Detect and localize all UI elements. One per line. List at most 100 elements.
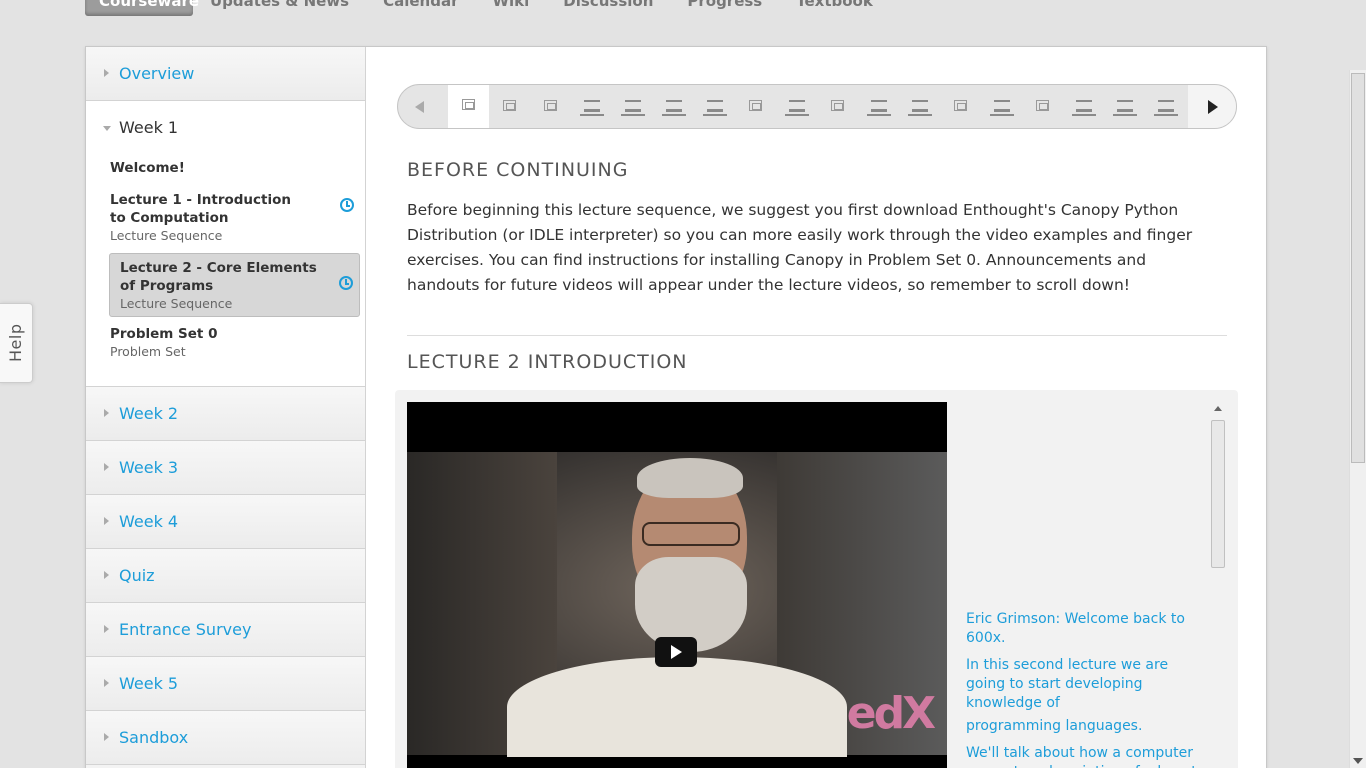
section-type: Lecture Sequence <box>120 296 233 311</box>
transcript-line[interactable]: In this second lecture we are going to s… <box>966 656 1211 713</box>
sequence-item-list[interactable] <box>571 85 612 128</box>
sidebar-chapter-week-2[interactable]: Week 2 <box>86 387 365 441</box>
chevron-right-icon <box>104 463 109 471</box>
section-lecture-2[interactable]: Lecture 2 - Core Elements of Programs Le… <box>109 253 360 317</box>
sequence-item-list[interactable] <box>1063 85 1104 128</box>
sidebar-chapter-quiz[interactable]: Quiz <box>86 549 365 603</box>
help-tab[interactable]: Help <box>0 303 33 383</box>
tab-calendar[interactable]: Calendar <box>366 0 475 16</box>
sequence-item-list[interactable] <box>1145 85 1186 128</box>
sequence-prev-button[interactable] <box>398 85 446 128</box>
sequence-items <box>448 85 1186 128</box>
chevron-right-icon <box>104 625 109 633</box>
chevron-right-icon <box>104 571 109 579</box>
sidebar-chapter-week-3[interactable]: Week 3 <box>86 441 365 495</box>
list-icon <box>580 98 604 116</box>
transcript-scrollbar[interactable] <box>1211 404 1227 768</box>
chapter-title: Week 5 <box>119 674 179 693</box>
list-icon <box>621 98 645 116</box>
sidebar-chapter-week-4[interactable]: Week 4 <box>86 495 365 549</box>
section-problem-set-0[interactable]: Problem Set 0 Problem Set <box>110 325 360 360</box>
alarm-clock-icon <box>340 198 354 212</box>
sequence-item-video[interactable] <box>735 85 776 128</box>
list-icon <box>1154 98 1178 116</box>
list-icon <box>990 98 1014 116</box>
sequence-item-video[interactable] <box>817 85 858 128</box>
video-player[interactable]: edX <box>407 402 947 768</box>
tab-textbook[interactable]: Textbook <box>779 0 890 16</box>
video-icon <box>831 100 844 111</box>
transcript-line[interactable]: We'll talk about how a computer converts… <box>966 744 1211 768</box>
sequence-item-video[interactable] <box>489 85 530 128</box>
chapter-title: Week 4 <box>119 512 179 531</box>
sidebar-chapter-week-1[interactable]: Week 1 Welcome! Lecture 1 - Introduction… <box>86 101 365 387</box>
sequence-item-list[interactable] <box>858 85 899 128</box>
video-icon <box>503 100 516 111</box>
chapter-title: Week 2 <box>119 404 179 423</box>
list-icon <box>662 98 686 116</box>
arrow-left-icon <box>415 101 424 113</box>
sequence-item-list[interactable] <box>1104 85 1145 128</box>
sequence-item-video[interactable] <box>448 85 489 128</box>
video-icon <box>1036 100 1049 111</box>
section-name: Lecture 1 - Introduction to Computation <box>110 192 291 226</box>
chapter-title: Quiz <box>119 566 155 585</box>
video-icon <box>462 99 475 110</box>
edx-watermark: edX <box>846 688 936 739</box>
sequence-item-list[interactable] <box>694 85 735 128</box>
page-scroll-thumb[interactable] <box>1351 73 1365 463</box>
video-transcript: Eric Grimson: Welcome back to 600x. In t… <box>966 402 1211 768</box>
video-icon <box>749 100 762 111</box>
sidebar-chapter-entrance-survey[interactable]: Entrance Survey <box>86 603 365 657</box>
sidebar-chapter-overview[interactable]: Overview <box>86 47 365 101</box>
sequence-item-list[interactable] <box>653 85 694 128</box>
sequence-item-video[interactable] <box>940 85 981 128</box>
tab-courseware[interactable]: Courseware <box>85 0 199 16</box>
chapter-title: Entrance Survey <box>119 620 252 639</box>
courseware-container: Overview Week 1 Welcome! Lecture 1 - Int… <box>85 46 1267 768</box>
chevron-right-icon <box>104 517 109 525</box>
scroll-down-icon[interactable] <box>1353 758 1363 764</box>
alarm-clock-icon <box>339 276 353 290</box>
tab-discussion[interactable]: Discussion <box>546 0 670 16</box>
chapter-title: Week 1 <box>119 118 179 137</box>
section-welcome[interactable]: Welcome! <box>110 159 360 177</box>
section-type: Lecture Sequence <box>110 228 223 243</box>
sequence-item-list[interactable] <box>776 85 817 128</box>
page-scrollbar[interactable] <box>1349 70 1366 768</box>
video-icon <box>544 100 557 111</box>
chevron-right-icon <box>104 733 109 741</box>
play-icon[interactable] <box>655 637 697 667</box>
chapter-title: Overview <box>119 64 195 83</box>
transcript-line[interactable]: programming languages. <box>966 717 1211 736</box>
help-label: Help <box>6 323 25 362</box>
chevron-right-icon <box>104 69 109 77</box>
course-sidebar: Overview Week 1 Welcome! Lecture 1 - Int… <box>86 47 366 768</box>
section-type: Problem Set <box>110 344 186 359</box>
section-name: Lecture 2 - Core Elements of Programs <box>120 260 317 294</box>
section-lecture-1[interactable]: Lecture 1 - Introduction to Computation … <box>110 191 360 244</box>
sequence-item-video[interactable] <box>1022 85 1063 128</box>
video-icon <box>954 100 967 111</box>
course-tabs: Courseware Updates & News Calendar Wiki … <box>85 0 890 16</box>
transcript-line[interactable]: Eric Grimson: Welcome back to 600x. <box>966 610 1211 648</box>
presenter-hair <box>637 458 743 498</box>
section-heading-lecture-intro: LECTURE 2 INTRODUCTION <box>407 351 688 373</box>
sequence-item-list[interactable] <box>899 85 940 128</box>
scroll-up-icon[interactable] <box>1214 406 1222 411</box>
sequence-item-list[interactable] <box>981 85 1022 128</box>
scroll-thumb[interactable] <box>1211 420 1225 568</box>
tab-wiki[interactable]: Wiki <box>475 0 546 16</box>
tab-progress[interactable]: Progress <box>670 0 779 16</box>
sequence-item-list[interactable] <box>612 85 653 128</box>
sequence-item-video[interactable] <box>530 85 571 128</box>
section-name: Problem Set 0 <box>110 326 218 342</box>
sidebar-chapter-week-5[interactable]: Week 5 <box>86 657 365 711</box>
video-frame: edX <box>407 452 947 757</box>
sidebar-chapter-sandbox[interactable]: Sandbox <box>86 711 365 765</box>
intro-paragraph: Before beginning this lecture sequence, … <box>407 201 1193 294</box>
chapter-title: Sandbox <box>119 728 189 747</box>
tab-updates-news[interactable]: Updates & News <box>193 0 366 16</box>
watermark-text: edX <box>846 688 936 739</box>
sequence-next-button[interactable] <box>1188 85 1236 128</box>
